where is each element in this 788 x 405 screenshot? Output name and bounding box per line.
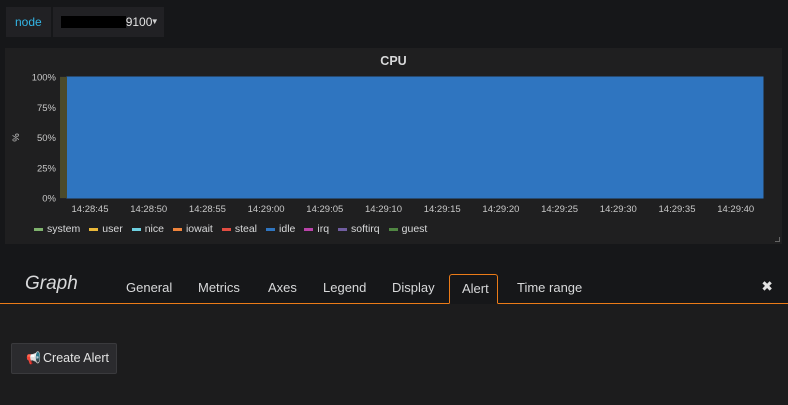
graph-panel: CPU % 0% 25% 50% 75% 100% 14:28:45 14:28:50 14:2… [5,48,782,244]
tab-axes[interactable]: Axes [256,273,309,303]
x-tick-label: 14:28:50 [130,204,167,215]
legend-swatch [89,227,99,231]
template-variable-bar: node 9100 ▼ [6,7,164,37]
bullhorn-icon: 📢 [26,351,41,365]
series-lead-strip [60,77,67,198]
tab-alert[interactable]: Alert [449,274,498,304]
x-tick-label: 14:29:25 [541,204,578,215]
x-tick-label: 14:29:00 [248,204,285,215]
resize-handle-icon[interactable] [775,237,780,242]
x-tick-label: 14:29:35 [659,204,696,215]
create-alert-button[interactable]: 📢 Create Alert [11,343,117,374]
legend-swatch [388,227,398,231]
x-tick-label: 14:28:45 [72,204,109,215]
legend-item-user[interactable]: user [89,223,123,235]
y-tick-label: 75% [37,103,57,114]
x-tick-label: 14:29:20 [482,204,519,215]
y-axis-label: % [11,133,22,142]
legend-label: softirq [351,223,380,235]
editor-title: Graph [25,273,78,294]
tab-time-range[interactable]: Time range [505,273,594,303]
x-tick-label: 14:29:10 [365,204,402,215]
variable-select[interactable]: 9100 ▼ [52,7,164,37]
legend-item-nice[interactable]: nice [131,223,164,235]
legend-label: user [102,223,123,235]
legend-swatch [338,227,348,231]
x-tick-label: 14:29:05 [306,204,343,215]
legend-label: nice [144,223,164,235]
legend-item-softirq[interactable]: softirq [338,223,380,235]
legend-swatch [131,227,141,231]
tab-metrics[interactable]: Metrics [186,273,252,303]
variable-value: 9100 [125,15,153,29]
variable-label: node [6,7,51,37]
y-tick-label: 0% [42,194,56,205]
cpu-chart: % 0% 25% 50% 75% 100% 14:28:45 14:28:50 14:28:55… [11,73,764,215]
y-tick-label: 25% [37,163,57,174]
close-icon[interactable]: ✖ [761,278,773,295]
legend-label: system [47,223,81,235]
tab-display[interactable]: Display [380,273,447,303]
y-tick-label: 100% [32,73,57,84]
x-tick-label: 14:28:55 [189,204,226,215]
tab-legend[interactable]: Legend [311,273,378,303]
legend-item-guest[interactable]: guest [388,223,428,235]
tab-general[interactable]: General [114,273,184,303]
legend-swatch [172,227,182,231]
legend-item-iowait[interactable]: iowait [172,223,213,235]
x-tick-label: 14:29:15 [424,204,461,215]
panel-editor-tabs: Graph General Metrics Axes Legend Displa… [0,265,788,304]
legend-swatch [304,227,314,231]
x-tick-label: 14:29:30 [600,204,637,215]
redacted-value [60,16,126,28]
legend-swatch [34,227,43,231]
legend-item-system[interactable]: system [34,223,80,235]
legend-label: iowait [185,223,213,235]
legend: system user nice iowait steal idle irq softirq g… [34,223,436,235]
alert-tab-content: 📢 Create Alert [0,304,788,405]
legend-swatch [266,227,276,231]
legend-label: guest [401,223,428,235]
legend-swatch [221,227,231,231]
legend-item-steal[interactable]: steal [221,223,258,235]
create-alert-label: Create Alert [43,351,110,365]
legend-label: idle [279,223,296,235]
legend-item-irq[interactable]: irq [304,223,329,235]
y-tick-label: 50% [37,133,57,144]
legend-label: irq [317,223,330,235]
legend-item-idle[interactable]: idle [266,223,295,235]
x-tick-label: 14:29:40 [717,204,754,215]
series-area-idle [66,76,764,199]
legend-label: steal [234,223,258,235]
caret-down-icon: ▼ [150,17,159,26]
